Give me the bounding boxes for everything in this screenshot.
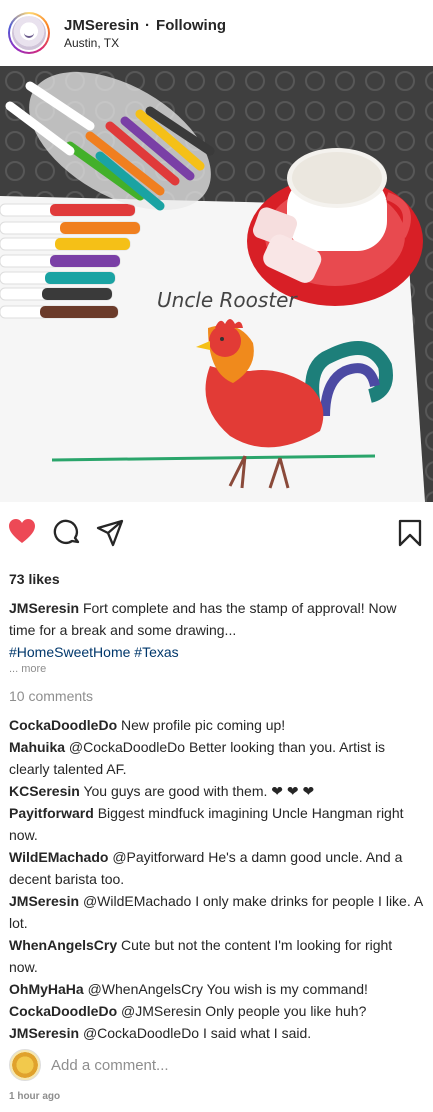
- comment-icon[interactable]: [53, 519, 83, 549]
- more-link[interactable]: ... more: [9, 663, 46, 675]
- post-actions: [0, 514, 433, 550]
- comment-username[interactable]: JMSeresin: [9, 1025, 79, 1041]
- comment-item: WhenAngelsCry Cute but not the content I…: [9, 934, 424, 978]
- likes-count[interactable]: 73 likes: [9, 571, 60, 587]
- drawing-title: Uncle Rooster: [157, 288, 298, 312]
- comment-username[interactable]: CockaDoodleDo: [9, 717, 117, 733]
- hashtag-link[interactable]: #HomeSweetHome: [9, 644, 130, 660]
- profile-avatar[interactable]: [8, 12, 50, 54]
- following-button[interactable]: Following: [156, 17, 226, 34]
- post-location[interactable]: Austin, TX: [64, 36, 226, 50]
- post-photo[interactable]: Uncle Rooster: [0, 66, 433, 502]
- comment-item: JMSeresin @CockaDoodleDo I said what I s…: [9, 1022, 424, 1044]
- comment-text: @CockaDoodleDo I said what I said.: [82, 1025, 312, 1041]
- comment-text: @WhenAngelsCry You wish is my command!: [87, 981, 368, 997]
- separator-dot: ·: [145, 16, 151, 34]
- comment-text: New profile pic coming up!: [121, 717, 286, 733]
- view-comments-link[interactable]: 10 comments: [9, 688, 93, 704]
- comment-item: CockaDoodleDo New profile pic coming up!: [9, 714, 424, 736]
- comment-text: @CockaDoodleDo Better looking than you. …: [9, 739, 386, 777]
- comment-username[interactable]: JMSeresin: [9, 893, 79, 909]
- post-timestamp: 1 hour ago: [9, 1091, 61, 1102]
- caption-username[interactable]: JMSeresin: [9, 600, 79, 616]
- current-user-avatar: [9, 1049, 41, 1081]
- comment-text: @JMSeresin Only people you like huh?: [121, 1003, 367, 1019]
- post-caption: JMSeresin Fort complete and has the stam…: [9, 597, 419, 663]
- comment-item: KCSeresin You guys are good with them. ❤…: [9, 780, 424, 802]
- hashtag-link[interactable]: #Texas: [134, 644, 178, 660]
- post-username[interactable]: JMSeresin: [64, 17, 139, 34]
- comment-input[interactable]: [51, 1056, 391, 1074]
- add-comment-bar: [9, 1048, 424, 1082]
- comment-item: WildEMachado @Payitforward He's a damn g…: [9, 846, 424, 890]
- heart-icon[interactable]: [8, 518, 38, 548]
- comment-list: CockaDoodleDo New profile pic coming up!…: [9, 714, 424, 1044]
- comment-username[interactable]: CockaDoodleDo: [9, 1003, 117, 1019]
- comment-username[interactable]: OhMyHaHa: [9, 981, 84, 997]
- comment-item: Payitforward Biggest mindfuck imagining …: [9, 802, 424, 846]
- comment-username[interactable]: Mahuika: [9, 739, 65, 755]
- comment-text: You guys are good with them. ❤ ❤ ❤: [83, 783, 315, 799]
- comment-username[interactable]: KCSeresin: [9, 783, 80, 799]
- comment-username[interactable]: WildEMachado: [9, 849, 108, 865]
- comment-username[interactable]: Payitforward: [9, 805, 94, 821]
- comment-username[interactable]: WhenAngelsCry: [9, 937, 117, 953]
- comment-item: OhMyHaHa @WhenAngelsCry You wish is my c…: [9, 978, 424, 1000]
- comment-item: CockaDoodleDo @JMSeresin Only people you…: [9, 1000, 424, 1022]
- post-header: JMSeresin · Following Austin, TX: [0, 0, 433, 66]
- share-icon[interactable]: [96, 519, 126, 549]
- comment-item: JMSeresin @WildEMachado I only make drin…: [9, 890, 424, 934]
- bookmark-icon[interactable]: [398, 519, 428, 549]
- comment-item: Mahuika @CockaDoodleDo Better looking th…: [9, 736, 424, 780]
